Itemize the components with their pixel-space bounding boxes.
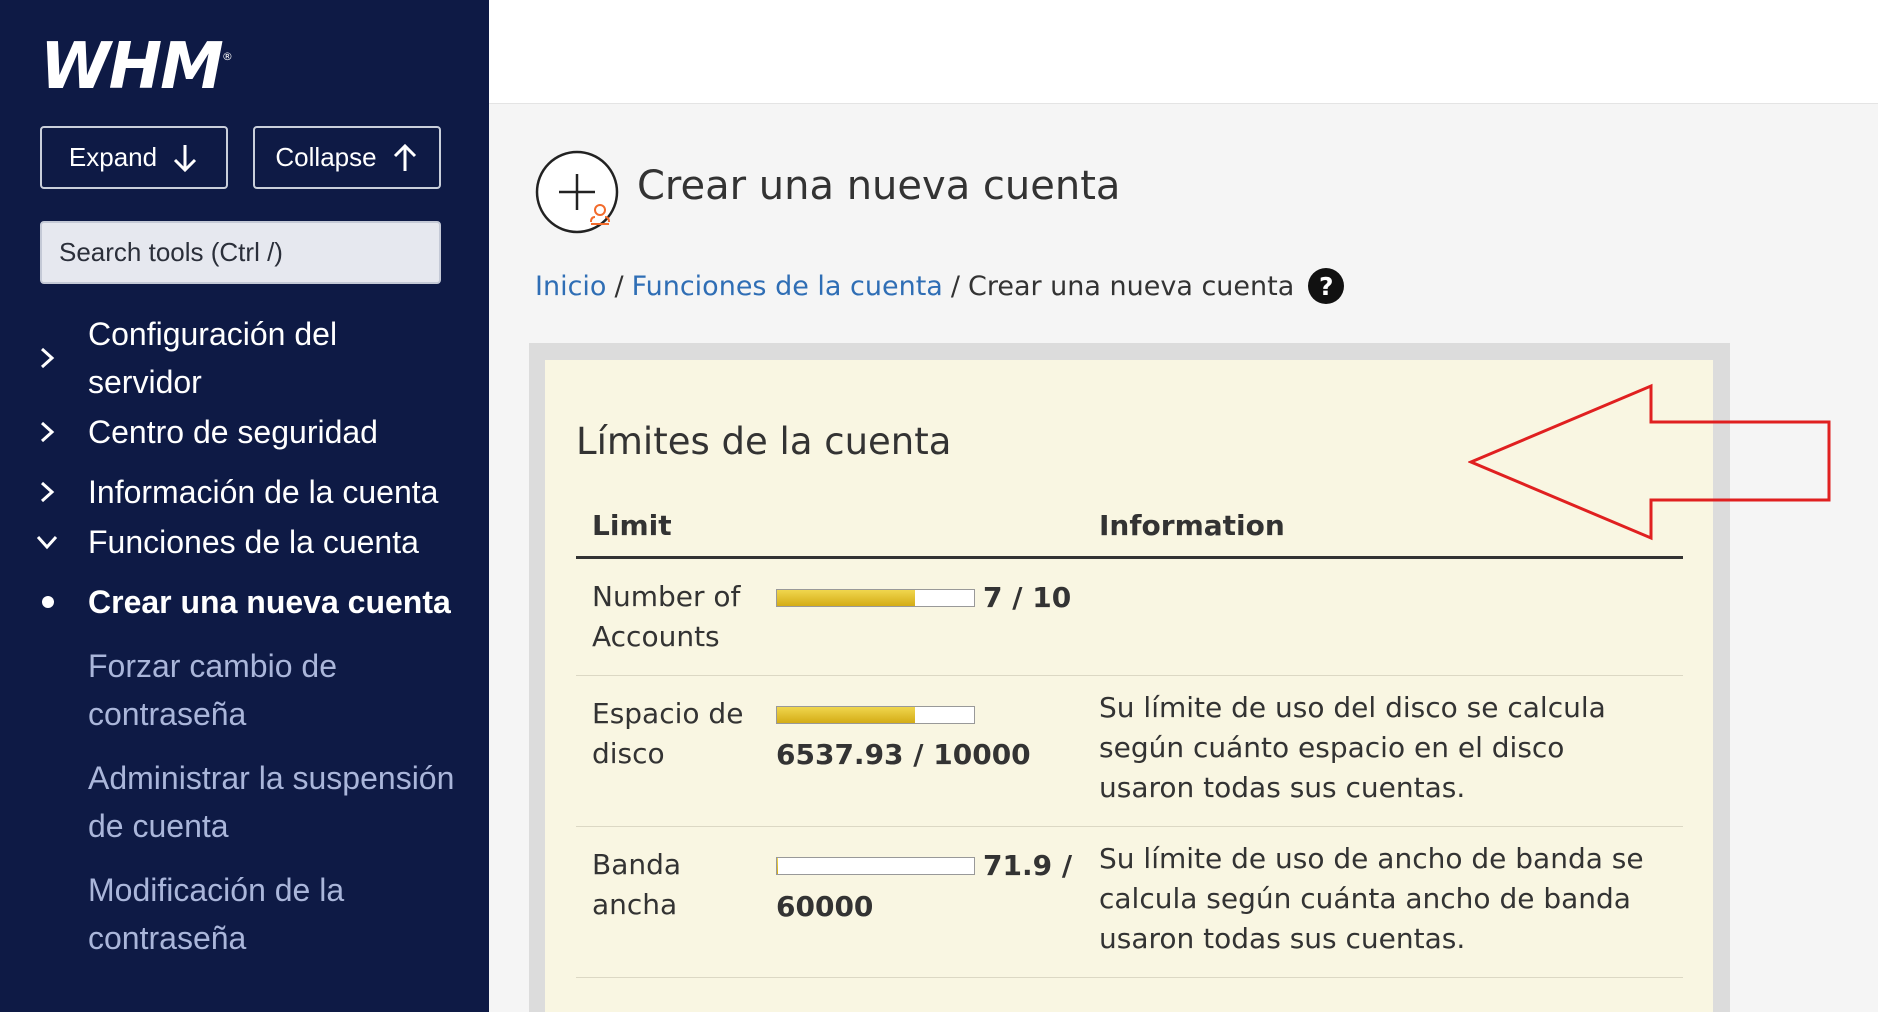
limit-usage: 71.9 / 60000	[776, 826, 1083, 978]
limit-name: Espacio de disco	[576, 675, 776, 827]
sidebar-item-label: Crear una nueva cuenta	[88, 584, 451, 620]
chevron-right-icon	[40, 421, 55, 443]
sidebar-item-label: Información de la cuenta	[88, 474, 439, 510]
top-bar	[489, 0, 1878, 104]
limit-name: Banda ancha	[576, 826, 776, 978]
search-tools-input[interactable]	[40, 221, 441, 284]
limits-panel-title: Límites de la cuenta	[576, 420, 952, 463]
limit-usage: 6537.93 / 10000	[776, 675, 1083, 827]
whm-logo[interactable]: WHM®	[40, 30, 233, 104]
sidebar-item-centro-seguridad[interactable]: Centro de seguridad	[0, 408, 489, 456]
limit-usage: 7 / 10	[776, 557, 1083, 676]
limit-info: Su límite de uso de ancho de banda se ca…	[1083, 826, 1683, 978]
sidebar-item-configuracion-servidor[interactable]: Configuración del servidor	[0, 310, 489, 406]
breadcrumb: Inicio / Funciones de la cuenta / Crear …	[535, 268, 1345, 304]
usage-bar	[776, 588, 975, 607]
table-row: Espacio de disco 6537.93 / 10000 Su lími…	[576, 675, 1683, 827]
current-item-bullet	[42, 596, 54, 608]
chevron-right-icon	[40, 481, 55, 503]
arrow-up-icon	[393, 143, 416, 171]
breadcrumb-home-link[interactable]: Inicio	[535, 271, 606, 302]
sidebar-item-funciones-cuenta[interactable]: Funciones de la cuenta	[0, 518, 489, 566]
annotation-arrow-icon	[1468, 383, 1831, 541]
sidebar-item-label: Centro de seguridad	[88, 414, 378, 450]
usage-bar	[776, 856, 975, 875]
usage-text: 6537.93 / 10000	[776, 737, 1031, 771]
sidebar-item-label: Configuración del servidor	[88, 316, 338, 400]
column-header-limit: Limit	[576, 495, 1083, 559]
sidebar-subitem-crear-cuenta[interactable]: Crear una nueva cuenta	[0, 578, 489, 626]
usage-text: 7 / 10	[983, 580, 1072, 614]
limit-name: Number of Accounts	[576, 557, 776, 676]
chevron-right-icon	[40, 347, 55, 369]
chevron-down-icon	[36, 535, 58, 550]
limit-info	[1083, 557, 1683, 676]
expand-button[interactable]: Expand	[40, 126, 228, 189]
breadcrumb-section-link[interactable]: Funciones de la cuenta	[632, 271, 943, 302]
help-icon[interactable]: ?	[1308, 268, 1345, 304]
add-account-icon	[535, 150, 619, 234]
expand-label: Expand	[68, 142, 158, 172]
sidebar-subitem-modificacion-contrasena[interactable]: Modificación de la contraseña	[0, 866, 489, 962]
page-title: Crear una nueva cuenta	[637, 163, 1121, 209]
sidebar-item-informacion-cuenta[interactable]: Información de la cuenta	[0, 468, 489, 516]
sidebar: WHM® Expand Collapse Configuración del s…	[0, 0, 489, 1012]
collapse-button[interactable]: Collapse	[253, 126, 441, 189]
breadcrumb-current: Crear una nueva cuenta	[967, 270, 1295, 302]
sidebar-subitem-administrar-suspension[interactable]: Administrar la suspensión de cuenta	[0, 754, 489, 850]
sidebar-item-label: Funciones de la cuenta	[88, 524, 419, 560]
table-row: Banda ancha 71.9 / 60000 Su límite de us…	[576, 826, 1683, 978]
table-row: Number of Accounts 7 / 10	[576, 557, 1683, 676]
collapse-label: Collapse	[275, 142, 377, 172]
sidebar-nav: Configuración del servidor Centro de seg…	[0, 310, 489, 962]
breadcrumb-separator: /	[614, 270, 624, 302]
breadcrumb-separator: /	[950, 270, 960, 302]
arrow-down-icon	[174, 144, 197, 172]
limits-table: Limit Information Number of Accounts 7 /…	[576, 495, 1683, 978]
limit-info: Su límite de uso del disco se calcula se…	[1083, 675, 1683, 827]
usage-bar	[776, 705, 975, 724]
sidebar-subitem-forzar-cambio[interactable]: Forzar cambio de contraseña	[0, 642, 489, 738]
